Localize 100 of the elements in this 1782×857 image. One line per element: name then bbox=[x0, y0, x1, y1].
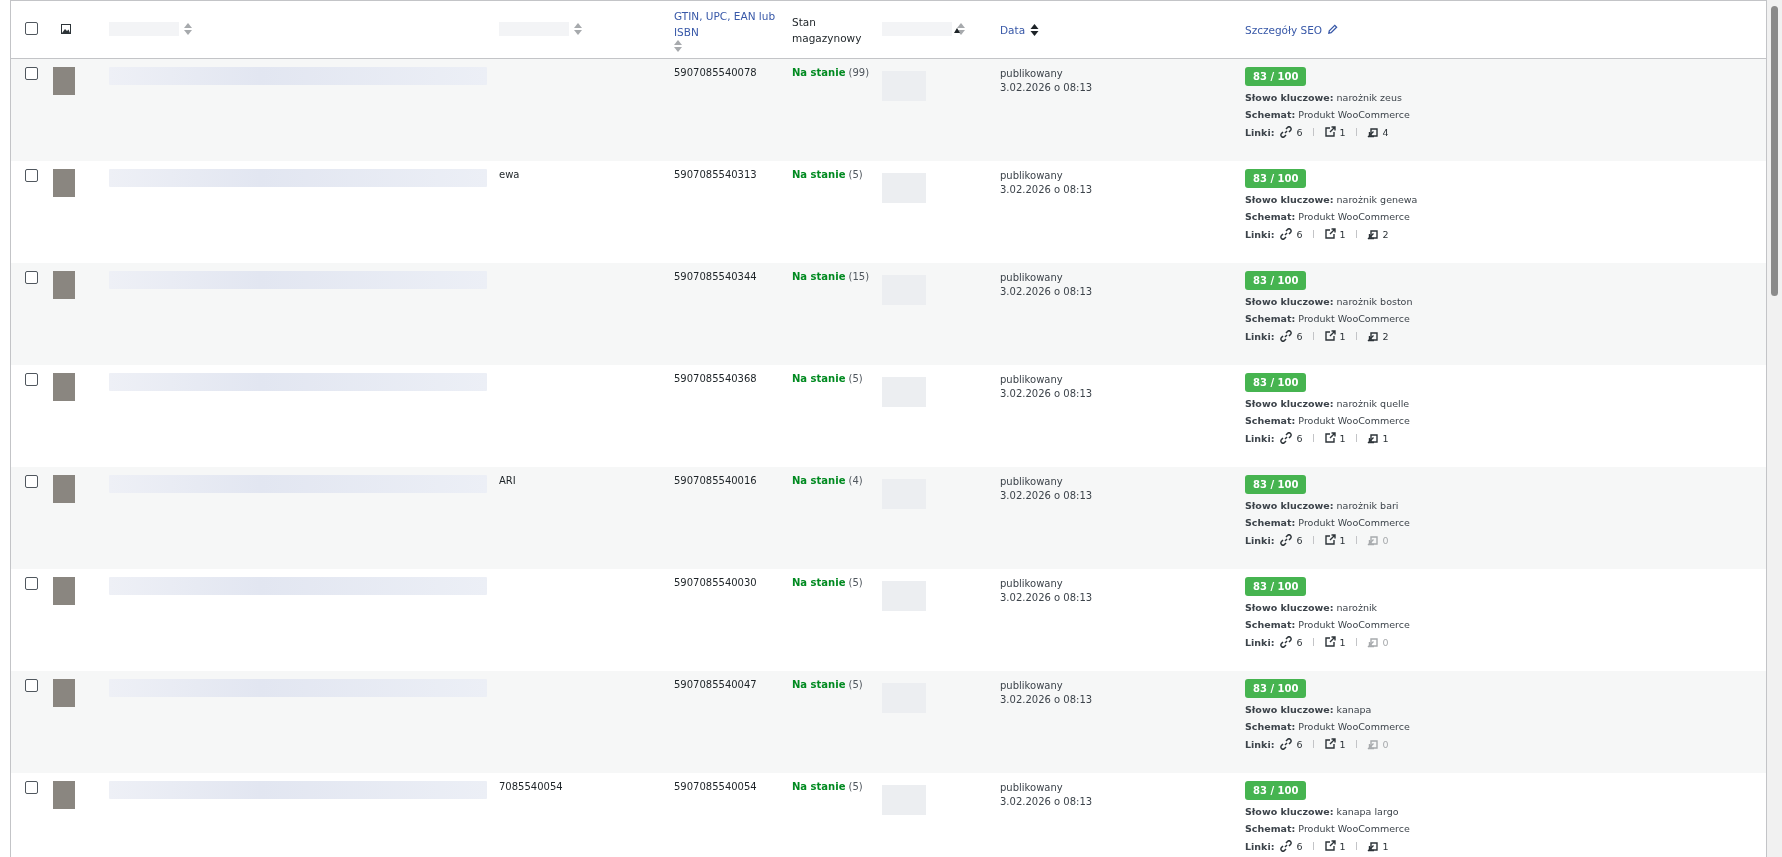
schema-text: Schemat: Produkt WooCommerce bbox=[1245, 517, 1411, 528]
photo-placeholder bbox=[53, 679, 75, 707]
photo-placeholder bbox=[53, 271, 75, 299]
link-count: 6 bbox=[1280, 636, 1303, 648]
seo-score-badge: 83 / 100 bbox=[1245, 271, 1307, 290]
link-count: 0 bbox=[1366, 636, 1389, 648]
seo-score-badge: 83 / 100 bbox=[1245, 679, 1307, 698]
links-label: Linki: bbox=[1245, 738, 1275, 750]
schema-text: Schemat: Produkt WooCommerce bbox=[1245, 109, 1411, 120]
schema-text: Schemat: Produkt WooCommerce bbox=[1245, 823, 1411, 834]
chain-link-icon bbox=[1280, 738, 1293, 750]
stock-status: Na stanie (5) bbox=[792, 169, 863, 180]
date-text: 3.02.2026 o 08:13 bbox=[1000, 81, 1094, 95]
keyword-text: Słowo kluczowe: narożnik quelle bbox=[1245, 398, 1411, 409]
link-count: 6 bbox=[1280, 534, 1303, 546]
column-header[interactable]: Data bbox=[1000, 21, 1026, 38]
column-header[interactable]: GTIN, UPC, EAN lub ISBN bbox=[674, 7, 780, 40]
checkbox[interactable] bbox=[25, 475, 38, 488]
link-count: 0 bbox=[1366, 534, 1389, 546]
link-count: 1 bbox=[1323, 126, 1346, 138]
link-count: 1 bbox=[1323, 738, 1346, 750]
links-label: Linki: bbox=[1245, 432, 1275, 444]
link-count: 1 bbox=[1366, 840, 1389, 852]
checkbox[interactable] bbox=[25, 271, 38, 284]
sku-text: ARI bbox=[499, 475, 516, 486]
links-label: Linki: bbox=[1245, 330, 1275, 342]
date-text: 3.02.2026 o 08:13 bbox=[1000, 489, 1094, 503]
sku-text: 7085540054 bbox=[499, 781, 563, 792]
external-link-icon bbox=[1323, 228, 1336, 240]
date-text: 3.02.2026 o 08:13 bbox=[1000, 693, 1094, 707]
schema-text: Schemat: Produkt WooCommerce bbox=[1245, 415, 1411, 426]
external-link-icon bbox=[1323, 738, 1336, 750]
stock-status: Na stanie (15) bbox=[792, 271, 870, 282]
links-label: Linki: bbox=[1245, 636, 1275, 648]
link-count: 1 bbox=[1323, 432, 1346, 444]
internal-link-icon bbox=[1366, 840, 1379, 852]
keyword-text: Słowo kluczowe: narożnik boston bbox=[1245, 296, 1414, 307]
schema-text: Schemat: Produkt WooCommerce bbox=[1245, 313, 1411, 324]
link-count: 6 bbox=[1280, 330, 1303, 342]
image-icon bbox=[61, 23, 71, 34]
status-text: publikowany bbox=[1000, 577, 1064, 591]
external-link-icon bbox=[1323, 432, 1336, 444]
chain-link-icon bbox=[1280, 228, 1293, 240]
keyword-text: Słowo kluczowe: kanapa bbox=[1245, 704, 1373, 715]
scrollbar-thumb[interactable] bbox=[1771, 6, 1778, 296]
internal-link-icon bbox=[1366, 330, 1379, 342]
external-link-icon bbox=[1323, 330, 1336, 342]
chain-link-icon bbox=[1280, 126, 1293, 138]
keyword-text: Słowo kluczowe: kanapa largo bbox=[1245, 806, 1400, 817]
link-count: 6 bbox=[1280, 738, 1303, 750]
column-header[interactable]: Szczegóły SEO bbox=[1245, 21, 1323, 38]
link-count: 6 bbox=[1280, 840, 1303, 852]
stock-status: Na stanie (4) bbox=[792, 475, 863, 486]
gtin-text: 5907085540313 bbox=[674, 169, 757, 180]
schema-text: Schemat: Produkt WooCommerce bbox=[1245, 619, 1411, 630]
status-text: publikowany bbox=[1000, 475, 1064, 489]
link-count: 2 bbox=[1366, 330, 1389, 342]
sort-arrow-icon[interactable] bbox=[954, 28, 960, 33]
checkbox[interactable] bbox=[25, 373, 38, 386]
link-count: 1 bbox=[1323, 636, 1346, 648]
checkbox[interactable] bbox=[25, 679, 38, 692]
keyword-text: Słowo kluczowe: narożnik bari bbox=[1245, 500, 1400, 511]
status-text: publikowany bbox=[1000, 679, 1064, 693]
links-label: Linki: bbox=[1245, 228, 1275, 240]
external-link-icon bbox=[1323, 840, 1336, 852]
internal-link-icon bbox=[1366, 534, 1379, 546]
link-count: 2 bbox=[1366, 228, 1389, 240]
link-count: 6 bbox=[1280, 228, 1303, 240]
link-count: 1 bbox=[1323, 840, 1346, 852]
photo-placeholder bbox=[53, 373, 75, 401]
chain-link-icon bbox=[1280, 840, 1293, 852]
gtin-text: 5907085540368 bbox=[674, 373, 757, 384]
gtin-text: 5907085540016 bbox=[674, 475, 757, 486]
pencil-icon[interactable] bbox=[1327, 24, 1339, 35]
keyword-text: Słowo kluczowe: narożnik genewa bbox=[1245, 194, 1419, 205]
seo-score-badge: 83 / 100 bbox=[1245, 373, 1307, 392]
sort-icon[interactable] bbox=[957, 22, 965, 35]
seo-score-badge: 83 / 100 bbox=[1245, 67, 1307, 86]
status-text: publikowany bbox=[1000, 781, 1064, 795]
date-text: 3.02.2026 o 08:13 bbox=[1000, 591, 1094, 605]
gtin-text: 5907085540047 bbox=[674, 679, 757, 690]
internal-link-icon bbox=[1366, 432, 1379, 444]
date-text: 3.02.2026 o 08:13 bbox=[1000, 795, 1094, 809]
internal-link-icon bbox=[1366, 126, 1379, 138]
checkbox[interactable] bbox=[25, 781, 38, 794]
stock-status: Na stanie (5) bbox=[792, 577, 863, 588]
checkbox[interactable] bbox=[25, 67, 38, 80]
gtin-text: 5907085540344 bbox=[674, 271, 757, 282]
checkbox[interactable] bbox=[25, 22, 38, 35]
keyword-text: Słowo kluczowe: narożnik bbox=[1245, 602, 1379, 613]
checkbox[interactable] bbox=[25, 577, 38, 590]
link-count: 0 bbox=[1366, 738, 1389, 750]
status-text: publikowany bbox=[1000, 67, 1064, 81]
checkbox[interactable] bbox=[25, 169, 38, 182]
date-text: 3.02.2026 o 08:13 bbox=[1000, 285, 1094, 299]
external-link-icon bbox=[1323, 126, 1336, 138]
gtin-text: 5907085540078 bbox=[674, 67, 757, 78]
sort-icon[interactable] bbox=[1030, 23, 1040, 36]
schema-text: Schemat: Produkt WooCommerce bbox=[1245, 211, 1411, 222]
status-text: publikowany bbox=[1000, 271, 1064, 285]
